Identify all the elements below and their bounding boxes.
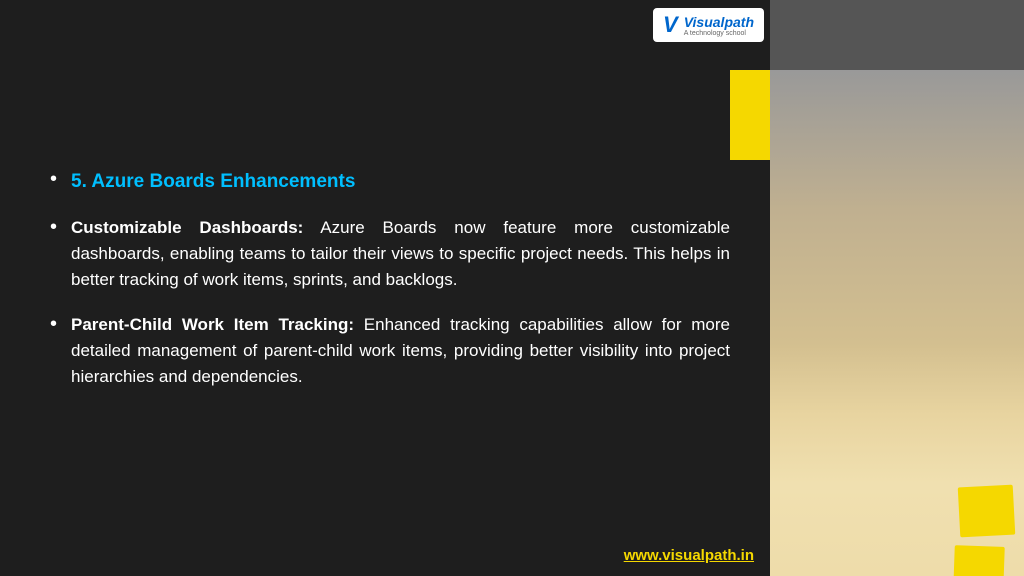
website-url[interactable]: www.visualpath.in bbox=[624, 547, 754, 564]
bullet-dot-1: • bbox=[50, 165, 57, 193]
image-area bbox=[770, 0, 1024, 576]
bullet-1-text: Customizable Dashboards: Azure Boards no… bbox=[71, 215, 730, 294]
list-item-1: • Customizable Dashboards: Azure Boards … bbox=[50, 215, 730, 294]
bullet-2-text: Parent-Child Work Item Tracking: Enhance… bbox=[71, 312, 730, 391]
logo-path-text: path bbox=[724, 14, 754, 30]
person-area bbox=[770, 70, 1024, 350]
bullet-list: • 5. Azure Boards Enhancements • Customi… bbox=[50, 167, 730, 409]
logo-visual-text: Visual bbox=[684, 14, 725, 30]
photo-background bbox=[770, 0, 1024, 576]
sticky-note-yellow-1 bbox=[958, 485, 1016, 538]
content-area: • 5. Azure Boards Enhancements • Customi… bbox=[0, 0, 770, 576]
bullet-dot-2: • bbox=[50, 213, 57, 241]
bullet-dot-3: • bbox=[50, 310, 57, 338]
list-item-2: • Parent-Child Work Item Tracking: Enhan… bbox=[50, 312, 730, 391]
yellow-square-decoration bbox=[730, 70, 770, 160]
logo-tagline: A technology school bbox=[684, 30, 754, 37]
sticky-note-yellow-2 bbox=[953, 545, 1005, 576]
notes-area bbox=[770, 346, 1024, 576]
bullet-2-label: Parent-Child Work Item Tracking: bbox=[71, 315, 354, 334]
logo-text-block: Visualpath A technology school bbox=[684, 14, 754, 37]
list-item-heading: • 5. Azure Boards Enhancements bbox=[50, 167, 730, 196]
heading-text: 5. Azure Boards Enhancements bbox=[71, 167, 355, 196]
slide: V Visualpath A technology school • 5. Az… bbox=[0, 0, 1024, 576]
image-top-overlay bbox=[770, 0, 1024, 70]
logo-v-icon: V bbox=[663, 12, 678, 38]
logo-area: V Visualpath A technology school bbox=[653, 8, 764, 42]
bullet-1-label: Customizable Dashboards: bbox=[71, 218, 303, 237]
